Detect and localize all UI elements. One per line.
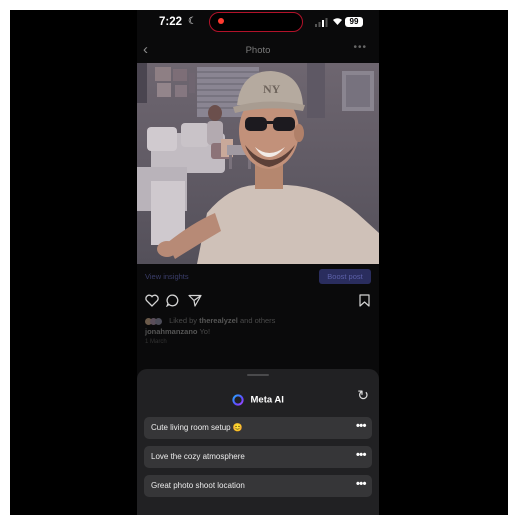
dynamic-island: [209, 12, 303, 32]
caption-text: Yo!: [197, 327, 211, 336]
refresh-icon[interactable]: ↻: [357, 387, 369, 404]
suggestion-more-icon[interactable]: •••: [356, 420, 367, 432]
meta-ai-title: Meta AI: [250, 394, 284, 406]
wifi-icon: [332, 16, 343, 28]
suggestion-item[interactable]: Love the cozy atmosphere •••: [144, 446, 372, 468]
sheet-drag-handle[interactable]: [247, 374, 269, 376]
insights-row: View insights Boost post: [137, 268, 379, 286]
suggestion-item[interactable]: Cute living room setup 😊 •••: [144, 417, 372, 439]
post-actions: [137, 292, 379, 312]
suggestion-item[interactable]: Great photo shoot location •••: [144, 475, 372, 497]
more-options-icon[interactable]: •••: [353, 42, 367, 53]
share-icon[interactable]: [188, 294, 202, 307]
status-time: 7:22: [159, 16, 183, 28]
post-photo[interactable]: NY: [137, 63, 379, 264]
caption-username[interactable]: jonahmanzano: [145, 327, 198, 336]
meta-ai-header: Meta AI: [137, 391, 379, 407]
liker-avatars: [145, 317, 167, 325]
photo-illustration: NY: [137, 63, 379, 264]
heart-icon[interactable]: [145, 294, 159, 307]
bookmark-icon[interactable]: [359, 294, 370, 307]
battery-icon: 99: [345, 17, 363, 27]
recording-dot-icon: [218, 18, 224, 24]
boost-post-button[interactable]: Boost post: [319, 269, 371, 284]
meta-ai-logo-icon: [232, 394, 244, 406]
status-bar: 7:22 ☾ 99: [137, 10, 379, 36]
suggestion-label: Cute living room setup 😊: [151, 423, 243, 432]
suggestion-label: Love the cozy atmosphere: [151, 452, 245, 461]
suggestion-label: Great photo shoot location: [151, 481, 245, 490]
meta-ai-sheet: Meta AI ↻ Cute living room setup 😊 ••• L…: [137, 369, 379, 515]
liked-user[interactable]: therealyzel: [199, 316, 238, 325]
nav-bar: ‹ Photo •••: [137, 40, 379, 62]
post-date: 1 March: [145, 339, 167, 345]
suggestion-more-icon[interactable]: •••: [356, 478, 367, 490]
view-insights-link[interactable]: View insights: [145, 272, 189, 281]
suggestion-more-icon[interactable]: •••: [356, 449, 367, 461]
phone-screen: 7:22 ☾ 99 ‹ Photo ••• NY View insights B…: [137, 10, 379, 515]
svg-text:NY: NY: [263, 82, 281, 96]
liked-by-text: Liked by therealyzel and others: [145, 316, 275, 325]
page-title: Photo: [245, 45, 271, 56]
post-caption: jonahmanzano Yo!: [145, 327, 210, 336]
liked-suffix: and others: [237, 316, 276, 325]
liked-prefix: Liked by: [169, 316, 200, 325]
comment-icon[interactable]: [166, 294, 180, 307]
moon-icon: ☾: [188, 16, 197, 27]
signal-icon: [315, 18, 328, 27]
